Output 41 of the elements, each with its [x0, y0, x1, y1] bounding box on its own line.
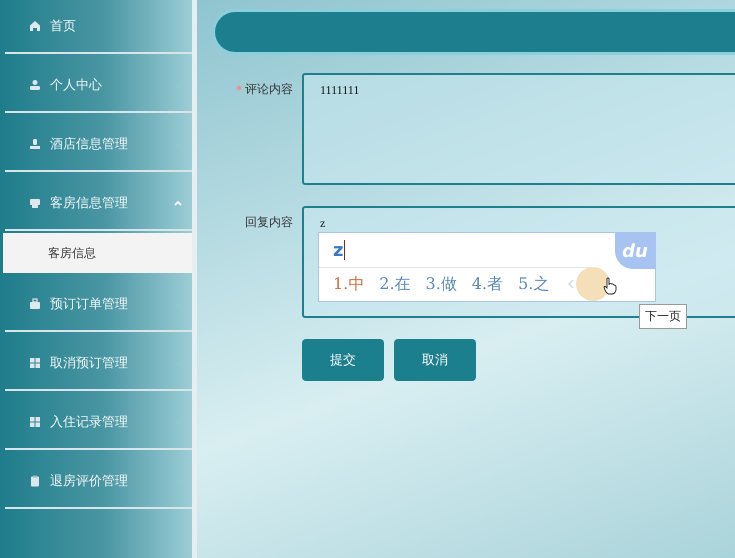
- ime-candidate[interactable]: 5.之: [518, 274, 550, 294]
- ime-candidate[interactable]: 4.者: [472, 274, 504, 294]
- menu-label: 首页: [50, 18, 77, 35]
- menu-item[interactable]: 取消预订管理: [0, 337, 192, 389]
- ime-input-text: z: [333, 240, 344, 260]
- textarea-field[interactable]: 1111111: [302, 73, 735, 185]
- menu-label: 客房信息管理: [50, 195, 129, 212]
- menu-label: 取消预订管理: [50, 355, 129, 372]
- tooltip: 下一页: [639, 304, 687, 329]
- menu-label: 退房评价管理: [50, 473, 129, 490]
- ime-candidate[interactable]: 1.中: [333, 274, 364, 294]
- form-button[interactable]: 取消: [394, 339, 476, 381]
- submenu-item[interactable]: 客房信息: [3, 233, 192, 273]
- stamp-icon: [29, 138, 41, 150]
- ime-logo: du: [615, 233, 655, 269]
- hand-cursor-icon: [603, 277, 617, 295]
- ime-candidate[interactable]: 2.在: [379, 274, 411, 294]
- user-icon: [29, 79, 41, 91]
- required-mark-icon: [236, 85, 242, 91]
- grid-icon: [29, 416, 41, 428]
- home-icon: [29, 20, 41, 32]
- menu-item[interactable]: 预订订单管理: [0, 278, 192, 330]
- form-button[interactable]: 提交: [302, 339, 384, 381]
- briefcase-icon: [29, 298, 41, 310]
- menu-item[interactable]: 酒店信息管理: [0, 118, 192, 170]
- grid-icon: [29, 357, 41, 369]
- menu-item[interactable]: 客房信息管理: [0, 177, 192, 229]
- ime-candidate[interactable]: 3.做: [426, 274, 457, 294]
- printer-icon: [29, 197, 41, 209]
- menu-label: 预订订单管理: [50, 296, 129, 313]
- field-label: 回复内容: [245, 214, 293, 231]
- menu-item[interactable]: 退房评价管理: [0, 455, 192, 507]
- menu-item[interactable]: 入住记录管理: [0, 396, 192, 448]
- menu-item[interactable]: 首页: [0, 0, 192, 52]
- menu-label: 个人中心: [50, 77, 103, 94]
- menu-label: 酒店信息管理: [50, 136, 129, 153]
- clipboard-icon: [29, 475, 41, 487]
- menu-label: 入住记录管理: [50, 414, 129, 431]
- next-page-button[interactable]: [576, 267, 610, 301]
- field-label: 评论内容: [245, 81, 293, 98]
- menu-item[interactable]: 个人中心: [0, 59, 192, 111]
